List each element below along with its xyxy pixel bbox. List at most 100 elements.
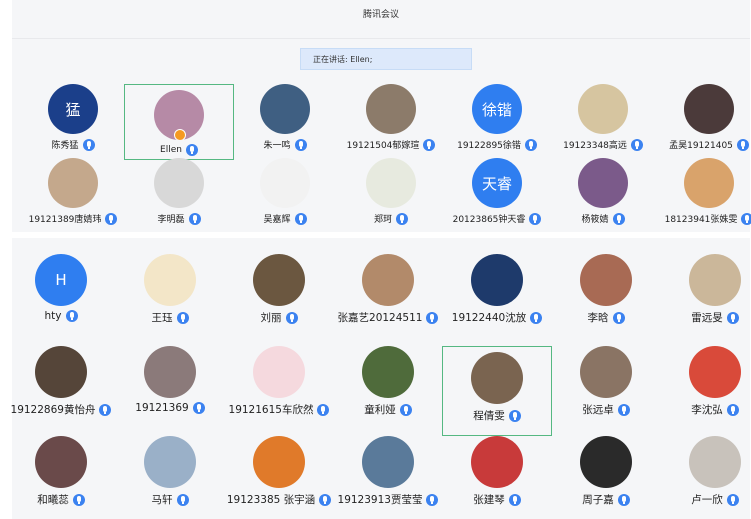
participant-name: 李明磊 bbox=[157, 215, 185, 225]
microphone-icon[interactable] bbox=[726, 311, 739, 324]
participant-tile[interactable]: 19121504郁嫁瑄 bbox=[336, 84, 446, 151]
participant-tile[interactable]: 天睿 20123865钟天睿 bbox=[442, 158, 552, 225]
participant-tile[interactable]: 19123913贾莹莹 bbox=[333, 436, 443, 507]
microphone-icon[interactable] bbox=[630, 138, 643, 151]
participant-name: 朱一鸣 bbox=[263, 141, 291, 151]
microphone-icon[interactable] bbox=[426, 311, 439, 324]
microphone-icon[interactable] bbox=[530, 311, 543, 324]
participant-name: 周子嘉 bbox=[582, 494, 614, 506]
participant-tile[interactable]: 雷远旻 bbox=[660, 254, 751, 325]
participant-label: 李晗 bbox=[551, 310, 661, 325]
participant-tile[interactable]: 19121389唐婧玮 bbox=[18, 158, 128, 225]
participant-name: 和曦蕊 bbox=[37, 494, 69, 506]
participant-tile[interactable]: 19122440沈放 bbox=[442, 254, 552, 325]
participant-tile[interactable]: Ellen bbox=[124, 84, 234, 160]
participant-tile[interactable]: 童利娅 bbox=[333, 346, 443, 417]
microphone-icon[interactable] bbox=[399, 403, 412, 416]
microphone-icon[interactable] bbox=[529, 212, 542, 225]
microphone-icon[interactable] bbox=[185, 144, 198, 156]
microphone-icon[interactable] bbox=[741, 212, 751, 225]
participant-label: 19123348高远 bbox=[548, 138, 658, 151]
meeting-panel-top: 腾讯会议 正在讲话: Ellen; 猛陈秀猛 Ellen 朱一鸣 19121504郁嫁… bbox=[12, 0, 751, 232]
participant-tile[interactable]: 杨筱婧 bbox=[548, 158, 658, 225]
participant-tile[interactable]: 卢一欣 bbox=[660, 436, 751, 507]
participant-label: Ellen bbox=[125, 144, 233, 156]
participant-tile[interactable]: 李沈弘 bbox=[660, 346, 751, 417]
participant-tile[interactable]: 朱一鸣 bbox=[230, 84, 340, 151]
participant-name: 张嘉艺20124511 bbox=[337, 312, 423, 324]
microphone-icon[interactable] bbox=[99, 403, 112, 416]
participant-tile[interactable]: 孟昊19121405 bbox=[654, 84, 751, 151]
participant-label: 张嘉艺20124511 bbox=[333, 310, 443, 325]
participant-avatar bbox=[684, 158, 734, 208]
microphone-icon[interactable] bbox=[617, 493, 630, 506]
microphone-icon[interactable] bbox=[508, 409, 521, 422]
participant-avatar: H bbox=[35, 254, 87, 306]
participant-tile[interactable]: 马轩 bbox=[115, 436, 225, 507]
microphone-icon[interactable] bbox=[612, 311, 625, 324]
participant-tile[interactable]: 程倩雯 bbox=[442, 346, 552, 436]
participant-tile[interactable]: 19122869黄怡舟 bbox=[6, 346, 116, 417]
participant-tile[interactable]: 张嘉艺20124511 bbox=[333, 254, 443, 325]
microphone-icon[interactable] bbox=[188, 212, 201, 225]
microphone-icon[interactable] bbox=[508, 493, 521, 506]
participant-tile[interactable]: 郑珂 bbox=[336, 158, 446, 225]
participant-tile[interactable]: 和曦蕊 bbox=[6, 436, 116, 507]
participant-label: 19123385 张宇涵 bbox=[224, 492, 334, 507]
participant-avatar bbox=[366, 84, 416, 134]
participant-tile[interactable]: 19121615车欣然 bbox=[224, 346, 334, 417]
participant-name: 雷远旻 bbox=[691, 312, 723, 324]
microphone-icon[interactable] bbox=[426, 493, 439, 506]
participant-avatar bbox=[48, 158, 98, 208]
microphone-icon[interactable] bbox=[396, 212, 408, 225]
participant-tile[interactable]: 周子嘉 bbox=[551, 436, 661, 507]
participant-tile[interactable]: 刘丽 bbox=[224, 254, 334, 325]
microphone-icon[interactable] bbox=[726, 403, 739, 416]
participant-avatar bbox=[689, 436, 741, 488]
participant-tile[interactable]: 猛陈秀猛 bbox=[18, 84, 128, 151]
microphone-icon[interactable] bbox=[285, 311, 298, 324]
microphone-icon[interactable] bbox=[612, 212, 625, 225]
participant-tile[interactable]: 19123385 张宇涵 bbox=[224, 436, 334, 507]
microphone-icon[interactable] bbox=[294, 138, 307, 151]
microphone-icon[interactable] bbox=[82, 138, 95, 151]
participant-name: 李沈弘 bbox=[691, 404, 723, 416]
participant-tile[interactable]: 李晗 bbox=[551, 254, 661, 325]
microphone-icon[interactable] bbox=[423, 138, 436, 151]
microphone-icon[interactable] bbox=[736, 138, 749, 151]
avatar-text: H bbox=[55, 271, 67, 289]
microphone-icon[interactable] bbox=[72, 493, 85, 506]
microphone-icon[interactable] bbox=[176, 311, 189, 324]
participant-tile[interactable]: 19123348高远 bbox=[548, 84, 658, 151]
participant-label: 张建琴 bbox=[442, 492, 552, 507]
participant-label: 19121615车欣然 bbox=[224, 402, 334, 417]
participant-tile[interactable]: 徐锴 19122895徐锴 bbox=[442, 84, 552, 151]
microphone-icon[interactable] bbox=[617, 403, 630, 416]
microphone-icon[interactable] bbox=[524, 138, 537, 151]
participant-tile[interactable]: 张建琴 bbox=[442, 436, 552, 507]
participant-tile[interactable]: 18123941张姝雯 bbox=[654, 158, 751, 225]
participant-tile[interactable]: 张远卓 bbox=[551, 346, 661, 417]
participant-avatar bbox=[253, 254, 305, 306]
meeting-panel-bottom: Hhty 王珏 刘丽 张嘉艺20124511 19122440沈放 李晗 雷远旻 191228… bbox=[11, 238, 751, 519]
participant-label: 19121389唐婧玮 bbox=[18, 212, 128, 225]
participant-avatar bbox=[684, 84, 734, 134]
participant-tile[interactable]: 吴嘉辉 bbox=[230, 158, 340, 225]
microphone-icon[interactable] bbox=[105, 212, 118, 225]
participant-label: 18123941张姝雯 bbox=[654, 212, 751, 225]
microphone-icon[interactable] bbox=[317, 403, 330, 416]
microphone-icon[interactable] bbox=[726, 493, 739, 506]
participant-tile[interactable]: 李明磊 bbox=[124, 158, 234, 225]
participant-name: 童利娅 bbox=[364, 404, 396, 416]
microphone-icon[interactable] bbox=[176, 493, 189, 506]
microphone-icon[interactable] bbox=[192, 402, 205, 414]
microphone-icon[interactable] bbox=[319, 493, 332, 506]
microphone-icon[interactable] bbox=[294, 212, 307, 225]
participant-label: 19121504郁嫁瑄 bbox=[336, 138, 446, 151]
participant-tile[interactable]: 19121369 bbox=[115, 346, 225, 414]
participant-name: 马轩 bbox=[151, 494, 173, 506]
microphone-icon[interactable] bbox=[65, 310, 78, 322]
participant-tile[interactable]: Hhty bbox=[6, 254, 116, 322]
participant-name: 李晗 bbox=[587, 312, 609, 324]
participant-tile[interactable]: 王珏 bbox=[115, 254, 225, 325]
